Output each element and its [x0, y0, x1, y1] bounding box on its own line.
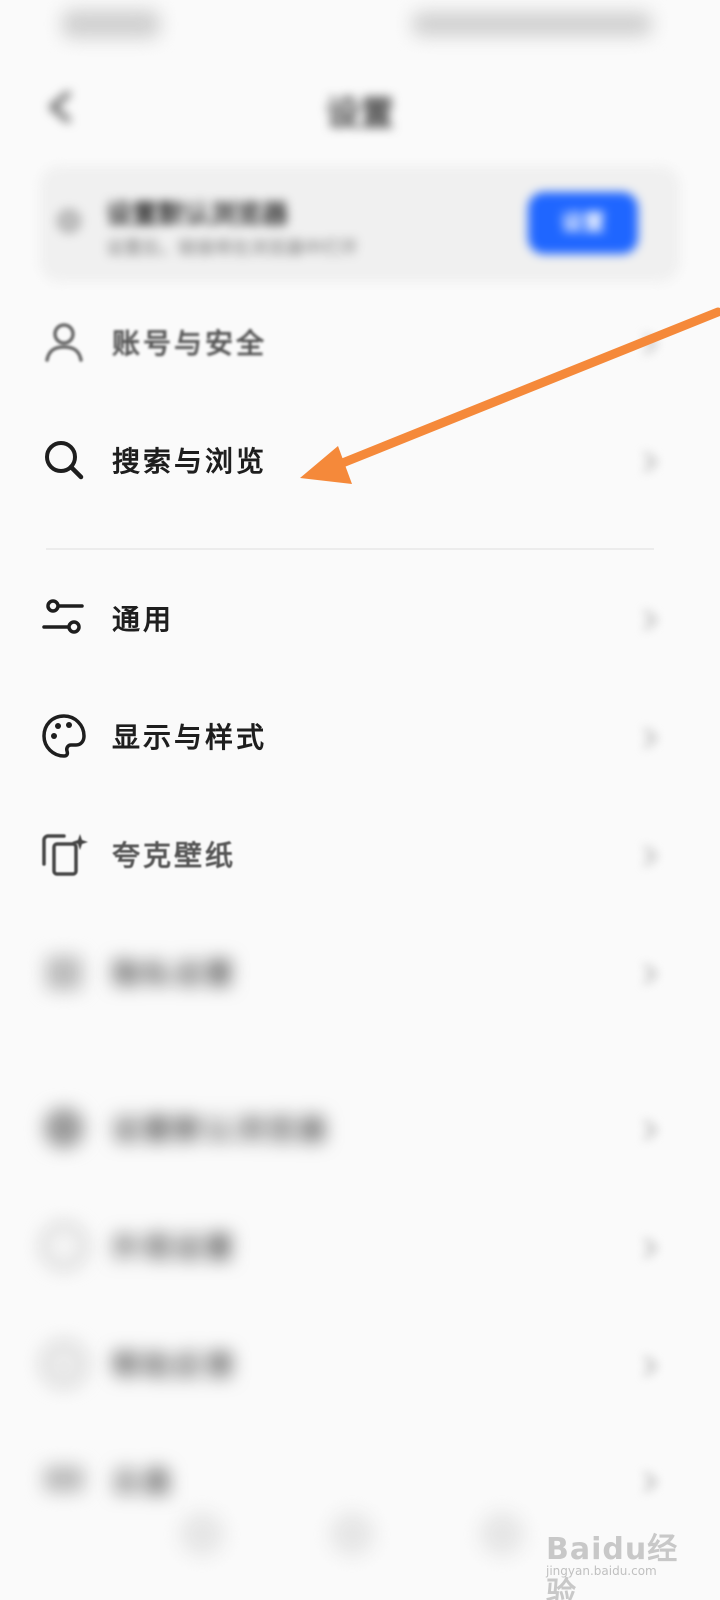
- baidu-jingyan-watermark: Baidu经验 jingyan.baidu.com: [546, 1520, 696, 1600]
- chevron-right-icon: [640, 450, 660, 474]
- menu-item-search-browse[interactable]: 搜索与浏览: [0, 412, 720, 512]
- menu-item-appearance[interactable]: 外观设置: [0, 1198, 720, 1298]
- nav-menu-button[interactable]: [180, 1512, 224, 1556]
- menu-label: 设置默认浏览器: [112, 1113, 330, 1146]
- banner-subtitle: 设置后，链接将在浏览器中打开: [106, 238, 358, 259]
- menu-label: 账号与安全: [112, 327, 268, 360]
- menu-item-default-browser[interactable]: 设置默认浏览器: [0, 1080, 720, 1180]
- chevron-right-icon: [640, 332, 660, 356]
- menu-item-help[interactable]: 帮助反馈: [0, 1316, 720, 1416]
- menu-label: 显示与样式: [112, 721, 268, 754]
- section-divider: [46, 548, 654, 550]
- nav-home-button[interactable]: [330, 1512, 374, 1556]
- wallpaper-icon: [40, 830, 88, 878]
- globe-icon: [40, 1222, 88, 1270]
- sliders-icon: [40, 594, 88, 642]
- watermark-url: jingyan.baidu.com: [546, 1564, 657, 1578]
- chevron-right-icon: [640, 1118, 660, 1142]
- status-bar: [0, 0, 720, 52]
- banner-title: 设置默认浏览器: [106, 200, 289, 230]
- page-title: 设置: [326, 94, 394, 134]
- chevron-right-icon: [640, 1470, 660, 1494]
- menu-label: 搜索与浏览: [112, 445, 268, 478]
- chevron-right-icon: [640, 962, 660, 986]
- set-default-button[interactable]: 设置: [528, 192, 638, 254]
- menu-item-quark-wallpaper[interactable]: 夸克壁纸: [0, 806, 720, 906]
- browser-icon: [56, 208, 82, 234]
- menu-label: 云盘: [112, 1465, 175, 1498]
- chevron-right-icon: [640, 1354, 660, 1378]
- chevron-right-icon: [640, 1236, 660, 1260]
- help-icon: [40, 1340, 88, 1388]
- header: 设置: [0, 72, 720, 142]
- menu-label: 帮助反馈: [112, 1349, 237, 1382]
- chevron-right-icon: [640, 844, 660, 868]
- status-icons: [412, 12, 652, 36]
- menu-label: 夸克壁纸: [112, 839, 237, 872]
- menu-item-account-security[interactable]: 账号与安全: [0, 294, 720, 394]
- menu-label: 通用: [112, 603, 175, 636]
- menu-label: 隐私设置: [112, 957, 237, 990]
- menu-item-general[interactable]: 通用: [0, 570, 720, 670]
- default-browser-banner: 设置默认浏览器 设置后，链接将在浏览器中打开 设置: [40, 166, 680, 282]
- menu-label: 外观设置: [112, 1231, 237, 1264]
- watermark-logo: Baidu经验: [546, 1532, 679, 1600]
- user-icon: [40, 318, 88, 366]
- search-icon: [40, 436, 88, 484]
- lock-icon: [40, 948, 88, 996]
- nav-back-button[interactable]: [480, 1512, 524, 1556]
- chevron-right-icon: [640, 726, 660, 750]
- chevron-right-icon: [640, 608, 660, 632]
- cloud-icon: [40, 1456, 88, 1504]
- browser-icon: [40, 1104, 88, 1152]
- menu-item-display-style[interactable]: 显示与样式: [0, 688, 720, 788]
- menu-item-privacy[interactable]: 隐私设置: [0, 924, 720, 1024]
- status-time: [62, 10, 160, 38]
- palette-icon: [40, 712, 88, 760]
